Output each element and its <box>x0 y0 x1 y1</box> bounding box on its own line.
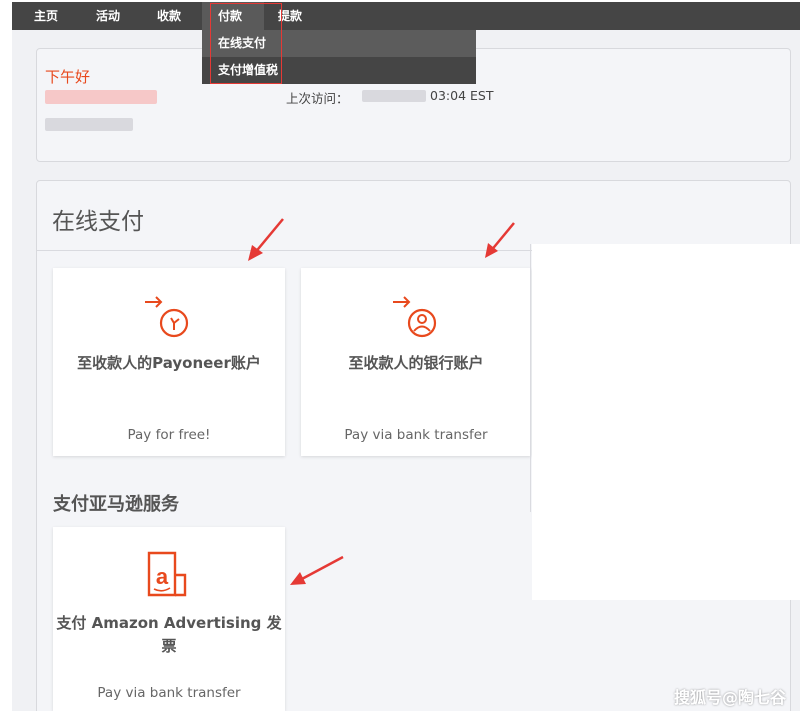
amazon-invoice-icon: a <box>147 551 187 597</box>
redacted-account-id <box>45 118 133 131</box>
pay-dropdown-menu: 在线支付 支付增值税 <box>202 30 476 84</box>
arrow-person-icon <box>393 296 437 338</box>
redacted-last-visit-date <box>362 90 426 102</box>
payoneer-account-card[interactable]: 至收款人的Payoneer账户 Pay for free! <box>53 268 285 456</box>
annotation-arrow <box>290 555 344 585</box>
card-title: 至收款人的Payoneer账户 <box>77 354 261 372</box>
watermark: 搜狐号@陶七谷 <box>673 688 786 707</box>
nav-home[interactable]: 主页 <box>34 2 74 30</box>
card-title-line1: 支付 Amazon Advertising 发 <box>56 614 282 632</box>
menu-item-pay-vat[interactable]: 支付增值税 <box>202 57 476 84</box>
amazon-services-title: 支付亚马逊服务 <box>53 494 179 515</box>
amazon-advertising-card[interactable]: a 支付 Amazon Advertising 发 票 Pay via bank… <box>53 527 285 711</box>
arrow-clock-icon <box>145 296 189 338</box>
menu-item-online-payment[interactable]: 在线支付 <box>202 30 476 57</box>
nav-receive[interactable]: 收款 <box>157 2 197 30</box>
card-subtitle: Pay via bank transfer <box>344 427 488 443</box>
annotation-arrow <box>248 218 284 261</box>
page-title: 在线支付 <box>52 209 144 235</box>
top-navigation: 主页 活动 收款 付款 提款 <box>12 2 800 30</box>
greeting-text: 下午好 <box>45 68 91 86</box>
last-visit-label: 上次访问： <box>286 91 349 106</box>
last-visit-time: 03:04 EST <box>430 88 494 103</box>
card-subtitle: Pay via bank transfer <box>97 685 241 701</box>
annotation-arrow <box>485 222 515 258</box>
svg-text:a: a <box>156 564 169 589</box>
redacted-username <box>45 90 157 104</box>
nav-withdraw[interactable]: 提款 <box>278 2 318 30</box>
nav-activity[interactable]: 活动 <box>96 2 136 30</box>
bank-account-card[interactable]: 至收款人的银行账户 Pay via bank transfer <box>301 268 531 456</box>
nav-pay[interactable]: 付款 <box>202 2 264 30</box>
cutoff-edge <box>530 244 531 512</box>
card-title: 至收款人的银行账户 <box>348 354 484 372</box>
card-title-line2: 票 <box>161 637 177 655</box>
card-subtitle: Pay for free! <box>127 427 211 443</box>
content-cutoff <box>532 244 800 600</box>
